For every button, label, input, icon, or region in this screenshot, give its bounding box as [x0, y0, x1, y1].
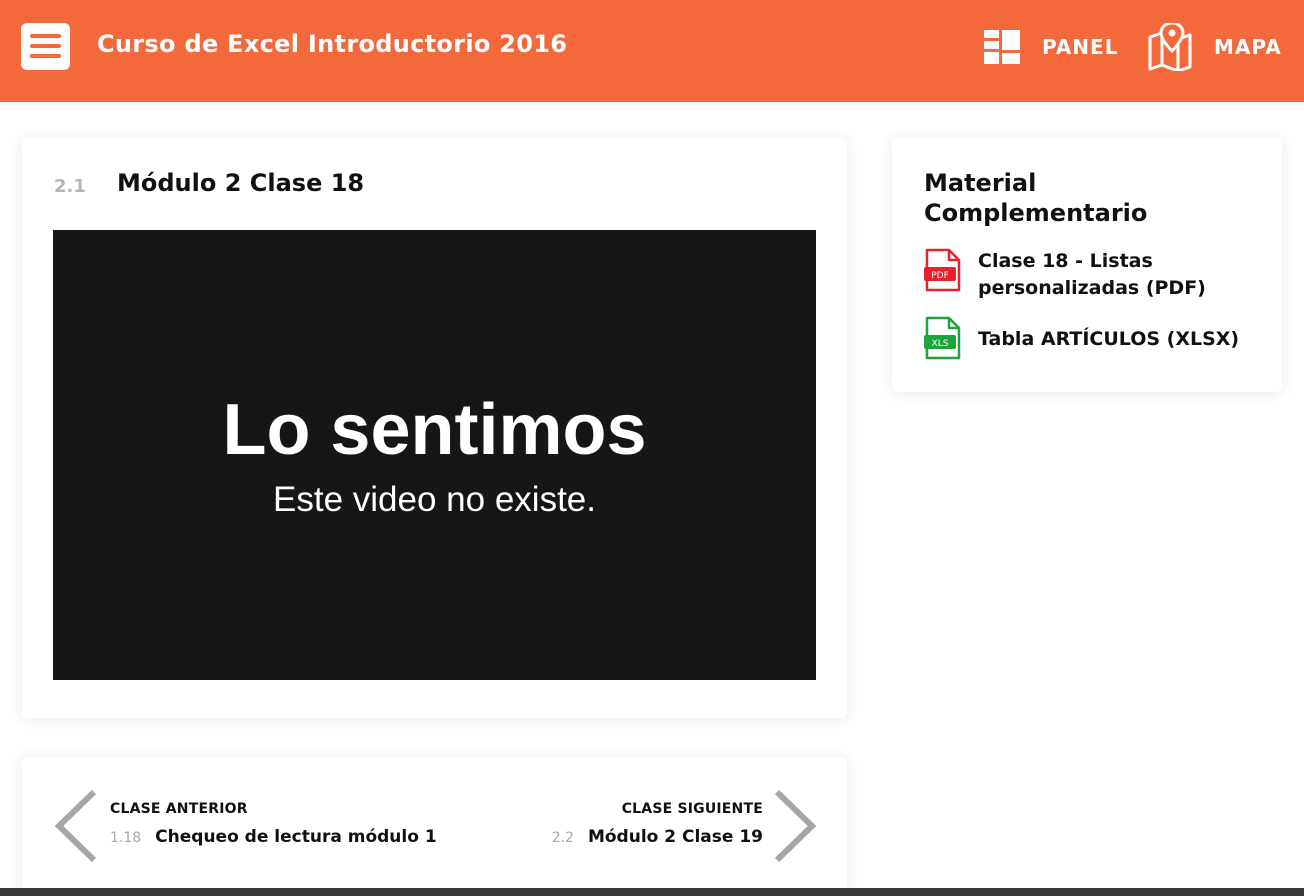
lesson-number: 2.1	[54, 176, 86, 197]
supplementary-material-title: Material Complementario	[924, 169, 1148, 227]
panel-label: PANEL	[1042, 35, 1119, 59]
window-bottom-edge	[0, 888, 1304, 896]
previous-lesson-title: Chequeo de lectura módulo 1	[155, 827, 437, 847]
video-error-title: Lo sentimos	[222, 390, 647, 470]
menu-button[interactable]	[21, 23, 70, 70]
resource-label: Tabla ARTÍCULOS (XLSX)	[978, 328, 1240, 350]
svg-text:XLS: XLS	[932, 339, 949, 349]
map-link[interactable]: MAPA	[1148, 22, 1282, 72]
svg-text:PDF: PDF	[931, 271, 949, 281]
video-player[interactable]: Lo sentimos Este video no existe.	[53, 230, 816, 680]
next-lesson-number: 2.2	[551, 830, 574, 846]
lesson-card: 2.1 Módulo 2 Clase 18 Lo sentimos Este v…	[22, 138, 847, 718]
top-header: Curso de Excel Introductorio 2016 PANEL …	[0, 0, 1304, 102]
map-pin-icon	[1148, 23, 1192, 71]
pdf-file-icon: PDF	[924, 248, 961, 292]
next-lesson-caption: CLASE SIGUIENTE	[621, 801, 763, 817]
resource-link-pdf[interactable]: PDF Clase 18 - Listas personalizadas (PD…	[924, 248, 1268, 302]
supplementary-material-card: Material Complementario PDF Clase 18 - L…	[892, 138, 1282, 392]
chevron-left-icon[interactable]	[54, 789, 98, 863]
previous-lesson-number: 1.18	[110, 830, 142, 846]
page: Curso de Excel Introductorio 2016 PANEL …	[0, 0, 1304, 896]
map-label: MAPA	[1214, 35, 1282, 59]
xls-file-icon: XLS	[924, 316, 961, 360]
resource-label: Clase 18 - Listas personalizadas (PDF)	[978, 250, 1206, 299]
course-title: Curso de Excel Introductorio 2016	[97, 30, 568, 58]
chevron-right-icon[interactable]	[773, 789, 817, 863]
lesson-navigation-card: CLASE ANTERIOR 1.18 Chequeo de lectura mó…	[22, 757, 847, 896]
video-error-message: Este video no existe.	[273, 480, 596, 519]
previous-lesson-caption: CLASE ANTERIOR	[110, 801, 248, 817]
panel-link[interactable]: PANEL	[984, 22, 1118, 72]
hamburger-icon-bar	[30, 44, 61, 48]
hamburger-icon-bar	[30, 54, 61, 58]
previous-lesson-link[interactable]: 1.18 Chequeo de lectura módulo 1	[110, 827, 437, 847]
hamburger-icon-bar	[30, 34, 61, 38]
dashboard-icon	[984, 30, 1020, 64]
lesson-title: Módulo 2 Clase 18	[117, 169, 365, 197]
next-lesson-title: Módulo 2 Clase 19	[587, 827, 763, 847]
resource-link-xlsx[interactable]: XLS Tabla ARTÍCULOS (XLSX)	[924, 316, 1268, 362]
next-lesson-link[interactable]: 2.2 Módulo 2 Clase 19	[552, 827, 763, 847]
